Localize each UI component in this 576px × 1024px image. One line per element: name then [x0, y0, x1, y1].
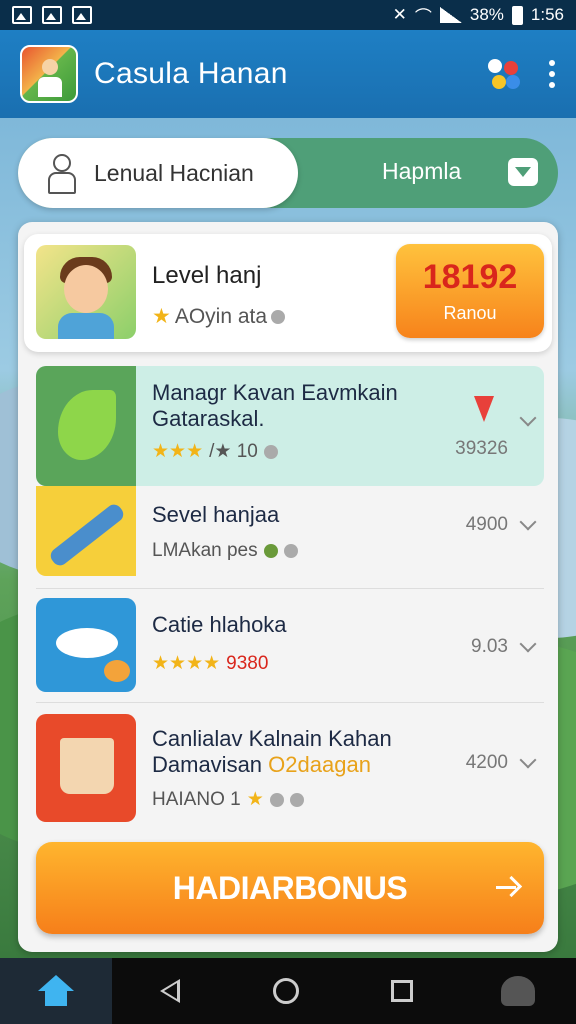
item-title: Catie hlahoka: [152, 612, 287, 637]
bonus-button[interactable]: HADIARBONUS: [36, 842, 544, 934]
main-card: Level hanj ★ AOyin ata 18192 Ranou Manag…: [18, 222, 558, 952]
tab-favorites-label[interactable]: Hapmla: [382, 158, 461, 185]
user-icon: [46, 154, 76, 194]
rating-stars: ★★★: [152, 441, 204, 462]
circle-icon: [273, 978, 299, 1004]
battery-percent: 38%: [469, 5, 504, 24]
clock-icon: [283, 544, 298, 558]
clock-icon: [263, 444, 278, 459]
image-icon: [72, 6, 92, 24]
list-item[interactable]: Managr Kavan Eavmkain Gataraskal. ★★★ /★…: [36, 366, 544, 486]
hand-icon: [271, 309, 286, 324]
item-title: Sevel hanjaa: [152, 502, 280, 527]
bowl-icon: [36, 598, 136, 692]
score-value: 18192: [422, 258, 518, 296]
signal-icon: [439, 7, 462, 23]
favorites-icon[interactable]: [508, 158, 538, 186]
home-circle-button[interactable]: [228, 978, 344, 1004]
chevron-down-icon[interactable]: [519, 409, 537, 427]
divider: [36, 702, 544, 703]
recents-button[interactable]: [344, 980, 460, 1002]
app-logo-icon[interactable]: [20, 45, 78, 103]
item-value: 4200: [465, 752, 508, 773]
item-value: 4900: [465, 514, 508, 535]
list-item[interactable]: Catie hlahoka ★★★★ 9380 9.03: [36, 598, 544, 716]
tab-row: Lenual Hacnian Hapmla: [18, 138, 558, 208]
item-value: 9.03: [471, 636, 508, 657]
arrow-right-icon: [496, 876, 518, 898]
item-title: Managr Kavan Eavmkain Gataraskal.: [152, 380, 398, 431]
app-bar: Casula Hanan: [0, 30, 576, 118]
status-bar: ✕ ⌒ 38% 1:56: [0, 0, 576, 30]
item-meta: ★★★★ 9380: [152, 652, 269, 675]
tab-profile[interactable]: Lenual Hacnian: [18, 138, 298, 208]
home-icon: [38, 975, 74, 1007]
globe-icon: [263, 544, 278, 558]
item-meta: ★★★ /★ 10: [152, 440, 278, 463]
pin-icon: [474, 396, 494, 422]
avatar: [36, 245, 136, 339]
chevron-down-icon[interactable]: [519, 751, 537, 769]
score-label: Ranou: [443, 303, 497, 323]
item-meta: LMAkan pes: [152, 540, 298, 562]
leaf-icon: [36, 366, 136, 486]
cast-icon[interactable]: [486, 57, 522, 91]
chevron-down-icon[interactable]: [519, 513, 537, 531]
item-meta: HAIANO 1 ★: [152, 788, 304, 811]
wifi-icon: ⌒: [414, 7, 432, 27]
navigation-bar: [0, 958, 576, 1024]
divider: [36, 588, 544, 589]
bucket-icon: [36, 714, 136, 822]
gallery-icon: [12, 6, 32, 24]
back-icon: [160, 979, 180, 1003]
photo-icon: [42, 6, 62, 24]
app-title: Casula Hanan: [94, 57, 288, 90]
star-icon: ★: [246, 789, 264, 810]
pipe-icon: [36, 486, 136, 576]
item-value: 39326: [455, 438, 508, 459]
rating-stars: ★★★★: [152, 653, 221, 674]
battery-icon: [511, 5, 523, 25]
mute-icon: ✕: [392, 5, 407, 24]
assistant-button[interactable]: [460, 976, 576, 1006]
profile-card: Level hanj ★ AOyin ata 18192 Ranou: [24, 234, 552, 352]
square-icon: [391, 980, 413, 1002]
star-icon: ★: [152, 305, 171, 328]
clock-icon: [289, 792, 304, 807]
profile-subtitle: ★ AOyin ata: [152, 304, 286, 329]
chevron-down-icon[interactable]: [519, 635, 537, 653]
more-vert-icon[interactable]: [548, 60, 556, 88]
score-button[interactable]: 18192 Ranou: [396, 244, 544, 338]
profile-name: Level hanj: [152, 262, 262, 289]
bonus-button-label: HADIARBONUS: [172, 869, 408, 906]
clock-time: 1:56: [530, 5, 564, 24]
assistant-icon: [501, 976, 535, 1006]
item-title: Canlialav Kalnain Kahan Damavisan O2daag…: [152, 726, 392, 777]
list-item[interactable]: Sevel hanjaa LMAkan pes 4900: [36, 486, 544, 604]
clock-icon: [269, 792, 284, 807]
tab-profile-label: Lenual Hacnian: [94, 159, 254, 186]
back-button[interactable]: [112, 979, 228, 1003]
home-button[interactable]: [0, 958, 112, 1024]
list-item[interactable]: Canlialav Kalnain Kahan Damavisan O2daag…: [36, 714, 544, 832]
